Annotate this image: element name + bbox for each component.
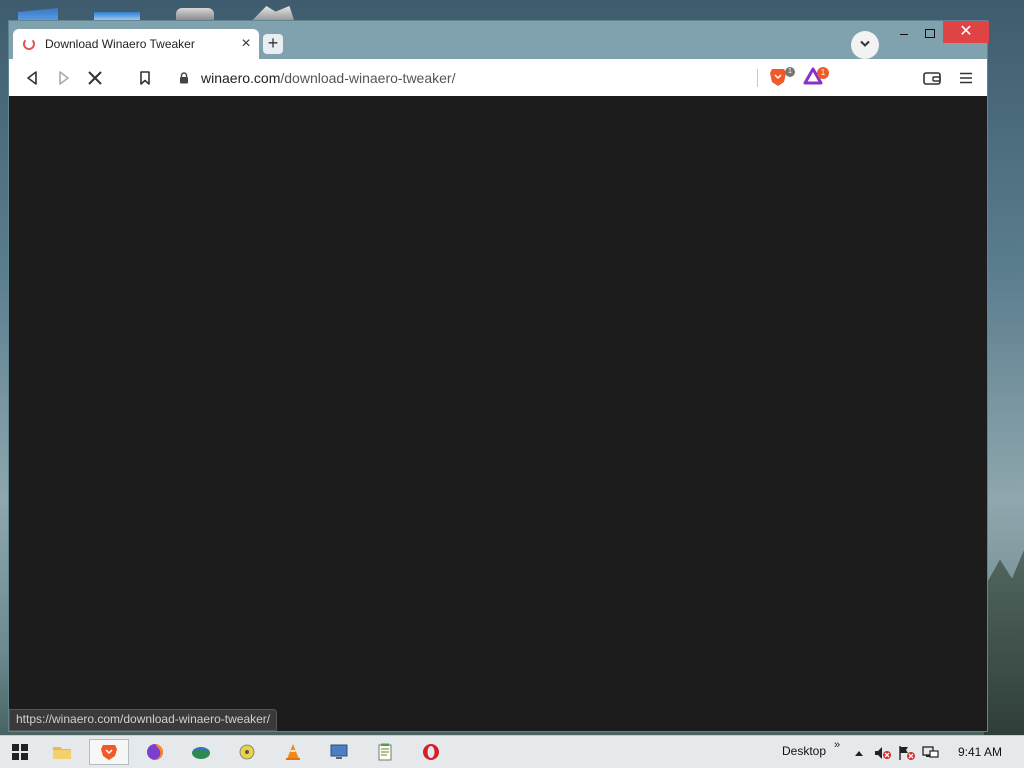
taskbar-notepad[interactable] bbox=[365, 739, 405, 765]
chevron-down-icon bbox=[860, 40, 870, 47]
loading-spinner-icon bbox=[23, 38, 35, 50]
shields-count-badge: 1 bbox=[785, 67, 795, 77]
main-menu-button[interactable] bbox=[955, 67, 977, 89]
tab-search-button[interactable] bbox=[851, 31, 879, 59]
forward-button[interactable] bbox=[53, 67, 75, 89]
forward-arrow-icon bbox=[59, 71, 69, 85]
taskbar-app-globe[interactable] bbox=[181, 739, 221, 765]
brave-shields-button[interactable]: 1 bbox=[769, 67, 795, 89]
traffic-cone-icon bbox=[286, 744, 300, 760]
tab-title: Download Winaero Tweaker bbox=[45, 37, 195, 51]
page-content[interactable]: https://winaero.com/download-winaero-twe… bbox=[9, 96, 987, 731]
wallpaper-mountain bbox=[984, 550, 1024, 740]
maximize-icon bbox=[925, 29, 935, 38]
desktop-icon-drive[interactable] bbox=[176, 8, 214, 20]
taskbar-file-explorer[interactable] bbox=[42, 739, 82, 765]
firefox-icon bbox=[147, 744, 163, 760]
close-window-button[interactable]: ✕ bbox=[943, 21, 989, 43]
close-icon bbox=[88, 71, 102, 85]
hamburger-menu-icon bbox=[960, 72, 972, 84]
volume-muted-icon[interactable] bbox=[874, 744, 892, 762]
browser-window: Download Winaero Tweaker × + ✕ winaero.c… bbox=[8, 20, 989, 732]
bookmark-icon bbox=[140, 71, 150, 85]
opera-icon bbox=[423, 744, 439, 760]
desktop-icon-this-pc[interactable] bbox=[18, 8, 58, 20]
url-text: winaero.com/download-winaero-tweaker/ bbox=[201, 70, 455, 86]
start-button[interactable] bbox=[0, 739, 40, 765]
folder-icon bbox=[53, 747, 71, 759]
windows-logo-icon bbox=[12, 744, 28, 760]
stop-loading-button[interactable] bbox=[84, 67, 106, 89]
desktop-toolbar-label[interactable]: Desktop bbox=[782, 744, 826, 758]
address-bar[interactable]: winaero.com/download-winaero-tweaker/ bbox=[169, 63, 759, 92]
wallet-button[interactable] bbox=[921, 67, 943, 89]
taskbar-control-panel[interactable] bbox=[319, 739, 359, 765]
taskbar-opera[interactable] bbox=[411, 739, 451, 765]
browser-toolbar: winaero.com/download-winaero-tweaker/ 1 … bbox=[9, 59, 987, 97]
network-icon[interactable] bbox=[922, 744, 940, 762]
taskbar-clock[interactable]: 9:41 AM bbox=[958, 745, 1002, 759]
desktop-icon-recycle-bin[interactable] bbox=[252, 6, 294, 20]
minimize-icon bbox=[900, 34, 908, 35]
bookmark-button[interactable] bbox=[134, 67, 156, 89]
rewards-count-badge: 1 bbox=[817, 67, 829, 79]
taskbar-brave-browser[interactable] bbox=[89, 739, 129, 765]
action-center-alert-icon[interactable] bbox=[898, 744, 916, 762]
back-arrow-icon bbox=[27, 71, 37, 85]
wallet-icon bbox=[923, 72, 941, 85]
taskbar-firefox[interactable] bbox=[135, 739, 175, 765]
address-separator bbox=[757, 69, 758, 87]
lock-icon[interactable] bbox=[179, 71, 191, 85]
taskbar: Desktop » 9:41 AM bbox=[0, 735, 1024, 768]
desktop-icon-folder[interactable] bbox=[94, 12, 140, 20]
notepad-icon bbox=[378, 743, 392, 761]
tab-strip: Download Winaero Tweaker × + ✕ bbox=[9, 21, 989, 61]
disc-icon bbox=[239, 744, 255, 760]
url-path: /download-winaero-tweaker/ bbox=[280, 69, 456, 86]
taskbar-media-disc[interactable] bbox=[227, 739, 267, 765]
globe-app-icon bbox=[192, 747, 210, 759]
brave-lion-icon bbox=[101, 745, 117, 760]
tab-download-winaero-tweaker[interactable]: Download Winaero Tweaker × bbox=[13, 29, 259, 59]
monitor-settings-icon bbox=[330, 744, 348, 759]
tab-close-icon[interactable]: × bbox=[237, 35, 255, 53]
chevron-up-icon bbox=[855, 751, 863, 756]
back-button[interactable] bbox=[21, 67, 43, 89]
taskbar-vlc[interactable] bbox=[273, 739, 313, 765]
url-domain: winaero.com bbox=[201, 69, 281, 86]
brave-rewards-button[interactable]: 1 bbox=[803, 67, 829, 89]
new-tab-button[interactable]: + bbox=[263, 34, 283, 54]
show-hidden-icons-button[interactable] bbox=[850, 744, 868, 762]
status-url-bubble: https://winaero.com/download-winaero-twe… bbox=[9, 709, 278, 731]
desktop-toolbar-chevron-icon[interactable]: » bbox=[834, 739, 840, 751]
